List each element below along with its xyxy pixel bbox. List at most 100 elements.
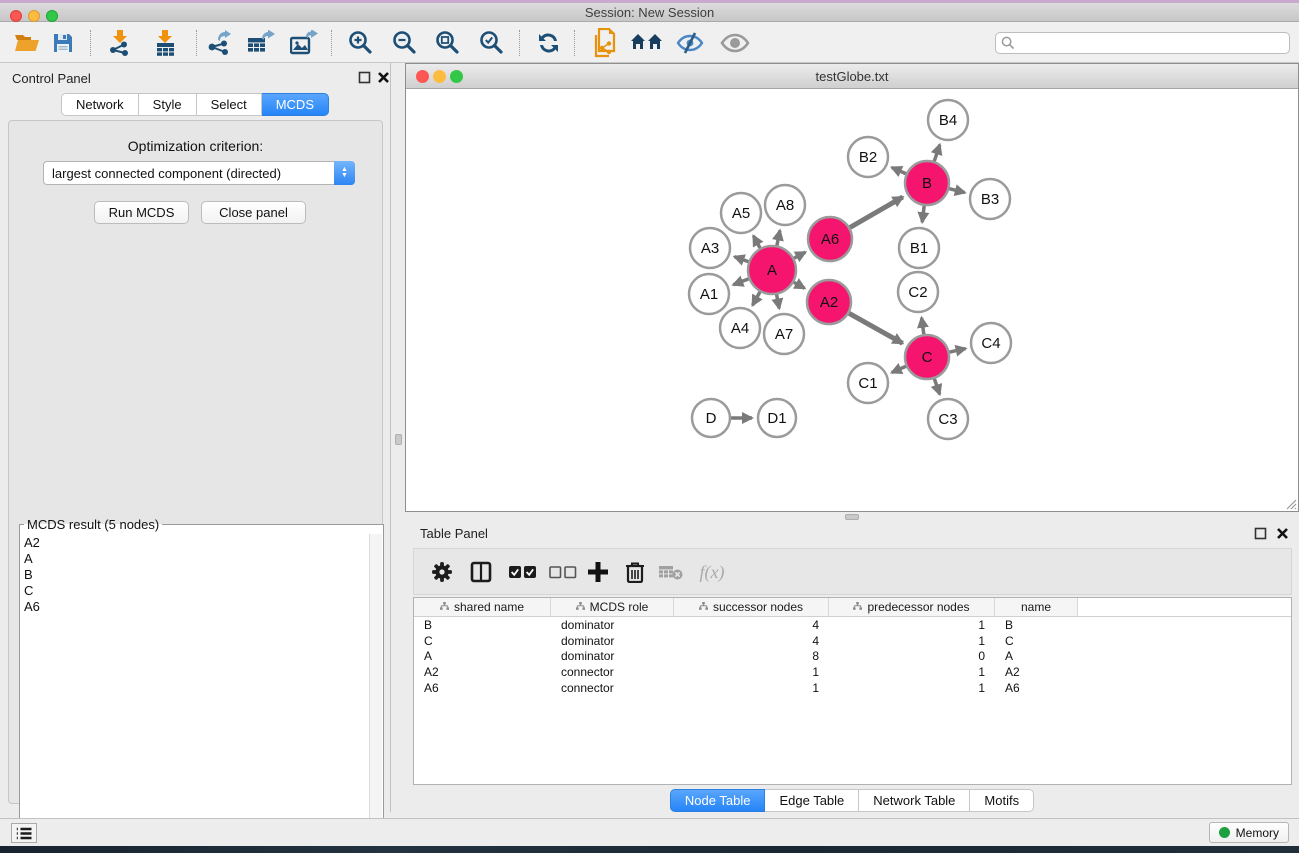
- column-header-predecessor-nodes[interactable]: predecessor nodes: [829, 598, 995, 616]
- table-cell[interactable]: A: [995, 649, 1078, 663]
- resize-grip-icon[interactable]: [1285, 498, 1297, 510]
- network-close-button[interactable]: [416, 70, 429, 83]
- table-cell[interactable]: 4: [674, 618, 829, 632]
- hide-icon[interactable]: [673, 28, 707, 58]
- edge-A-A1[interactable]: [733, 279, 749, 285]
- run-mcds-button[interactable]: Run MCDS: [94, 201, 189, 224]
- vertical-scroll-thumb[interactable]: [395, 434, 402, 445]
- export-image-icon[interactable]: [287, 28, 321, 58]
- edge-C-C4[interactable]: [948, 349, 965, 353]
- table-cell[interactable]: dominator: [551, 618, 674, 632]
- table-row[interactable]: Adominator80A: [414, 648, 1291, 664]
- mcds-result-item[interactable]: A: [24, 551, 369, 567]
- tab-network[interactable]: Network: [61, 93, 139, 116]
- table-tab-motifs[interactable]: Motifs: [970, 789, 1034, 812]
- edge-A-A8[interactable]: [777, 230, 780, 246]
- mcds-result-item[interactable]: B: [24, 567, 369, 583]
- column-layout-icon[interactable]: [466, 558, 496, 586]
- edge-A6-B[interactable]: [849, 197, 903, 228]
- close-panel-button[interactable]: Close panel: [201, 201, 306, 224]
- table-cell[interactable]: 1: [829, 634, 995, 648]
- column-header-name[interactable]: name: [995, 598, 1078, 616]
- tab-mcds[interactable]: MCDS: [262, 93, 329, 116]
- table-cell[interactable]: 0: [829, 649, 995, 663]
- column-header-shared-name[interactable]: shared name: [414, 598, 551, 616]
- import-table-icon[interactable]: [148, 28, 182, 58]
- table-cell[interactable]: A: [414, 649, 551, 663]
- export-network-icon[interactable]: [202, 28, 236, 58]
- tab-style[interactable]: Style: [139, 93, 197, 116]
- zoom-in-icon[interactable]: [344, 28, 378, 58]
- network-window-titlebar[interactable]: testGlobe.txt: [406, 64, 1298, 89]
- task-history-button[interactable]: [11, 823, 37, 843]
- table-cell[interactable]: 1: [674, 681, 829, 695]
- zoom-out-icon[interactable]: [388, 28, 422, 58]
- zoom-selected-icon[interactable]: [475, 28, 509, 58]
- mcds-result-list[interactable]: A2ABCA6: [21, 535, 369, 853]
- search-input[interactable]: [995, 32, 1290, 54]
- edge-A-A2[interactable]: [793, 282, 805, 289]
- edge-A-A7[interactable]: [776, 294, 779, 309]
- open-file-icon[interactable]: [10, 28, 44, 58]
- show-icon[interactable]: [718, 28, 752, 58]
- import-network-icon[interactable]: [103, 28, 137, 58]
- refresh-icon[interactable]: [531, 28, 565, 58]
- network-canvas[interactable]: B4B2BB3A5A8A6B1A3AC2A1A2A4A7CC4C1C3DD1: [406, 89, 1298, 511]
- float-table-panel-icon[interactable]: [1254, 527, 1267, 540]
- table-cell[interactable]: 1: [674, 665, 829, 679]
- criterion-dropdown[interactable]: largest connected component (directed) ▲…: [43, 161, 355, 185]
- deselect-all-icon[interactable]: [546, 558, 580, 586]
- table-cell[interactable]: dominator: [551, 649, 674, 663]
- table-cell[interactable]: 1: [829, 618, 995, 632]
- export-table-icon[interactable]: [244, 28, 278, 58]
- table-cell[interactable]: 8: [674, 649, 829, 663]
- edge-B-B4[interactable]: [934, 145, 940, 162]
- zoom-window-button[interactable]: [46, 10, 58, 22]
- edge-A-A6[interactable]: [793, 252, 805, 258]
- mcds-result-item[interactable]: A2: [24, 535, 369, 551]
- table-cell[interactable]: A6: [995, 681, 1078, 695]
- table-cell[interactable]: B: [995, 618, 1078, 632]
- edge-B-B2[interactable]: [892, 167, 907, 174]
- table-cell[interactable]: connector: [551, 665, 674, 679]
- table-cell[interactable]: A2: [414, 665, 551, 679]
- float-panel-icon[interactable]: [358, 71, 371, 84]
- table-cell[interactable]: C: [414, 634, 551, 648]
- network-minimize-button[interactable]: [433, 70, 446, 83]
- edge-C-C2[interactable]: [922, 318, 924, 335]
- minimize-window-button[interactable]: [28, 10, 40, 22]
- edge-C-C1[interactable]: [892, 366, 907, 373]
- edge-A2-C[interactable]: [848, 313, 902, 344]
- table-tab-node-table[interactable]: Node Table: [670, 789, 766, 812]
- table-tab-network-table[interactable]: Network Table: [859, 789, 970, 812]
- table-row[interactable]: Cdominator41C: [414, 633, 1291, 649]
- delete-column-icon[interactable]: [620, 558, 650, 586]
- edge-B-B3[interactable]: [948, 188, 964, 192]
- edge-C-C3[interactable]: [934, 378, 940, 395]
- memory-button[interactable]: Memory: [1209, 822, 1289, 843]
- column-header-successor-nodes[interactable]: successor nodes: [674, 598, 829, 616]
- tab-select[interactable]: Select: [197, 93, 262, 116]
- delete-table-icon[interactable]: [656, 558, 686, 586]
- edge-A-A5[interactable]: [753, 236, 760, 249]
- edge-B-B1[interactable]: [922, 205, 924, 222]
- zoom-fit-icon[interactable]: [431, 28, 465, 58]
- select-all-icon[interactable]: [506, 558, 540, 586]
- table-row[interactable]: Bdominator41B: [414, 617, 1291, 633]
- mcds-result-item[interactable]: A6: [24, 599, 369, 615]
- table-row[interactable]: A2connector11A2: [414, 664, 1291, 680]
- table-cell[interactable]: A2: [995, 665, 1078, 679]
- table-cell[interactable]: 4: [674, 634, 829, 648]
- table-cell[interactable]: 1: [829, 681, 995, 695]
- close-window-button[interactable]: [10, 10, 22, 22]
- table-cell[interactable]: A6: [414, 681, 551, 695]
- table-cell[interactable]: B: [414, 618, 551, 632]
- table-cell[interactable]: 1: [829, 665, 995, 679]
- table-cell[interactable]: dominator: [551, 634, 674, 648]
- add-column-icon[interactable]: [582, 558, 614, 586]
- search-field[interactable]: [1019, 36, 1289, 50]
- function-builder-icon[interactable]: f(x): [692, 558, 732, 586]
- edge-A-A3[interactable]: [735, 257, 750, 262]
- column-header-MCDS-role[interactable]: MCDS role: [551, 598, 674, 616]
- node-table[interactable]: shared nameMCDS rolesuccessor nodesprede…: [413, 597, 1292, 785]
